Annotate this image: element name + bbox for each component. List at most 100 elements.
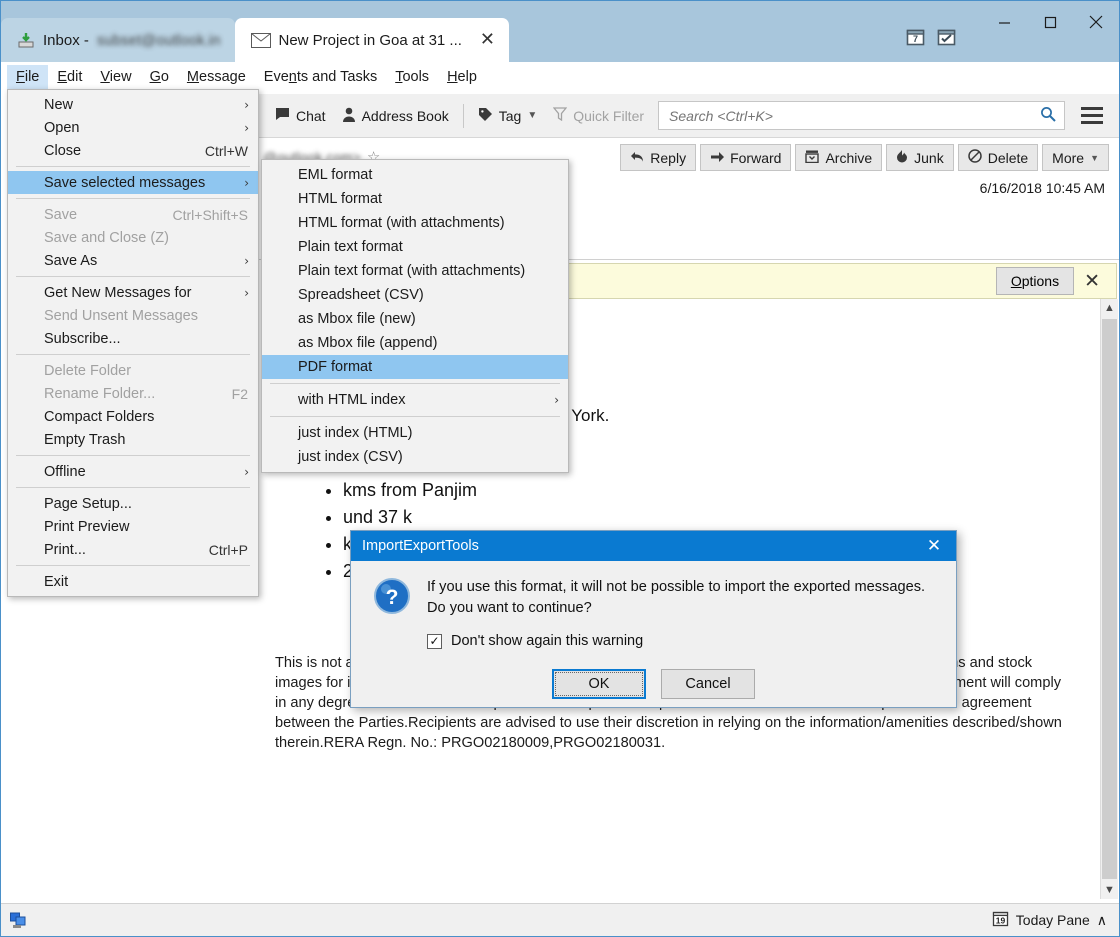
forward-button[interactable]: Forward [700,144,792,171]
file-menu-item-new[interactable]: New › [8,93,258,116]
body-scrollbar[interactable]: ▲ ▼ [1100,299,1118,899]
more-button[interactable]: More ▼ [1042,144,1109,171]
file-menu-item-compact-folders[interactable]: Compact Folders [8,405,258,428]
quick-filter-button[interactable]: Quick Filter [545,102,652,129]
file-menu-item-delete-folder: Delete Folder [8,359,258,382]
file-menu-item-save-as-label: Save As [44,252,98,269]
file-menu-item-subscribe[interactable]: Subscribe... [8,327,258,350]
list-item: und 37 k [343,504,1076,531]
scroll-up-icon[interactable]: ▲ [1101,299,1118,317]
menubar-item-events-and-tasks[interactable]: Events and Tasks [255,65,386,89]
envelope-icon [250,32,271,48]
chat-label: Chat [296,107,326,124]
search-input[interactable] [667,106,1040,125]
app-menu-button[interactable] [1075,107,1109,124]
junk-button[interactable]: Junk [886,144,954,171]
notification-options-button[interactable]: Options [995,267,1075,295]
file-menu-item-send-unsent-messages: Send Unsent Messages [8,304,258,327]
file-menu-item-print-shortcut: Ctrl+P [208,541,248,558]
save-format-item-pdf-format[interactable]: PDF format [262,355,568,379]
search-box[interactable] [658,101,1065,130]
file-menu-item-offline[interactable]: Offline › [8,460,258,483]
ok-button[interactable]: OK [552,669,646,699]
close-button[interactable] [1073,1,1119,43]
save-format-item-spreadsheet-csv-label: Spreadsheet (CSV) [298,287,424,303]
dialog-message-line1: If you use this format, it will not be p… [427,579,926,595]
chevron-right-icon: › [244,97,249,112]
file-menu-item-page-setup-label: Page Setup... [44,495,132,512]
tab-message[interactable]: New Project in Goa at 31 ... ✕ [234,18,510,62]
menubar-item-go[interactable]: Go [141,65,178,89]
calendar-icon[interactable]: 7 [906,27,925,46]
dont-show-again-checkbox[interactable]: ✓ Don't show again this warning [427,633,925,649]
save-format-item-html-format-with-attachments[interactable]: HTML format (with attachments) [262,211,568,235]
tasks-icon[interactable] [937,27,956,46]
menubar-item-message[interactable]: Message [178,65,255,89]
menubar-item-edit[interactable]: Edit [48,65,91,89]
file-menu-item-print[interactable]: Print... Ctrl+P [8,538,258,561]
forward-icon [710,150,725,166]
file-menu-item-delete-folder-label: Delete Folder [44,362,132,379]
menubar-item-view[interactable]: View [91,65,140,89]
save-format-item-with-html-index[interactable]: with HTML index › [262,388,568,412]
save-format-submenu: EML format HTML format HTML format (with a… [261,159,569,473]
file-menu-item-save-shortcut: Ctrl+Shift+S [172,206,248,223]
dialog-message-line2: Do you want to continue? [427,600,592,616]
forward-label: Forward [730,149,782,166]
scroll-down-icon[interactable]: ▼ [1101,881,1118,899]
menu-separator [16,565,250,566]
delete-button[interactable]: Delete [957,144,1039,171]
menubar-item-help[interactable]: Help [438,65,486,89]
file-menu-item-exit[interactable]: Exit [8,570,258,593]
search-icon[interactable] [1040,106,1056,125]
save-format-item-plain-text-format[interactable]: Plain text format [262,235,568,259]
tab-close-icon[interactable]: ✕ [480,31,495,49]
chat-button[interactable]: Chat [267,102,334,130]
save-format-item-as-mbox-file-new[interactable]: as Mbox file (new) [262,307,568,331]
notification-close-icon[interactable]: ✕ [1074,270,1110,292]
cancel-button[interactable]: Cancel [661,669,755,699]
scrollbar-thumb[interactable] [1102,319,1117,879]
file-menu-item-open[interactable]: Open › [8,116,258,139]
checkbox-box[interactable]: ✓ [427,633,442,649]
menubar-item-file[interactable]: File [7,65,49,89]
save-format-item-eml-format[interactable]: EML format [262,163,568,187]
maximize-button[interactable] [1027,1,1073,43]
file-menu-item-save-as[interactable]: Save As › [8,249,258,272]
save-format-item-as-mbox-file-append[interactable]: as Mbox file (append) [262,331,568,355]
save-format-item-eml-format-label: EML format [298,167,373,183]
reply-button[interactable]: Reply [620,144,697,171]
today-pane-button[interactable]: 19 Today Pane ∧ [992,910,1115,930]
file-menu-item-empty-trash[interactable]: Empty Trash [8,428,258,451]
chevron-up-icon[interactable]: ∧ [1097,912,1107,929]
file-menu-item-close[interactable]: Close Ctrl+W [8,139,258,162]
save-format-item-just-index-csv[interactable]: just index (CSV) [262,445,568,469]
menubar-item-tools[interactable]: Tools [386,65,438,89]
file-menu-item-get-new-messages-for[interactable]: Get New Messages for › [8,281,258,304]
file-menu-item-save-selected-messages[interactable]: Save selected messages › [8,171,258,194]
dialog-body: ? If you use this format, it will not be… [351,561,956,649]
save-format-item-plain-text-format-with-attachments[interactable]: Plain text format (with attachments) [262,259,568,283]
file-menu-item-page-setup[interactable]: Page Setup... [8,492,258,515]
main-toolbar: Chat Address Book Tag ▼ Quick Filter [259,94,1119,138]
address-book-button[interactable]: Address Book [334,102,457,130]
file-menu-item-print-preview[interactable]: Print Preview [8,515,258,538]
save-format-item-plain-text-format-label: Plain text format [298,239,403,255]
archive-button[interactable]: Archive [795,144,883,171]
minimize-button[interactable] [981,1,1027,43]
chevron-right-icon: › [244,175,249,190]
chevron-down-icon[interactable]: ▼ [527,110,537,121]
archive-label: Archive [825,149,873,166]
junk-flame-icon [896,149,908,166]
save-format-item-just-index-html[interactable]: just index (HTML) [262,421,568,445]
dialog-close-icon[interactable]: ✕ [912,536,956,556]
save-format-item-spreadsheet-csv[interactable]: Spreadsheet (CSV) [262,283,568,307]
connection-status-icon[interactable] [5,912,31,929]
tab-inbox[interactable]: Inbox - subset@outlook.in [1,18,235,62]
dialog-title-bar: ImportExportTools ✕ [351,531,956,561]
save-format-item-html-format[interactable]: HTML format [262,187,568,211]
file-menu-item-exit-label: Exit [44,573,69,590]
importexporttools-dialog: ImportExportTools ✕ ? If you use this fo… [350,530,957,708]
tag-button[interactable]: Tag ▼ [470,102,545,130]
file-menu-item-print-label: Print... [44,541,86,558]
